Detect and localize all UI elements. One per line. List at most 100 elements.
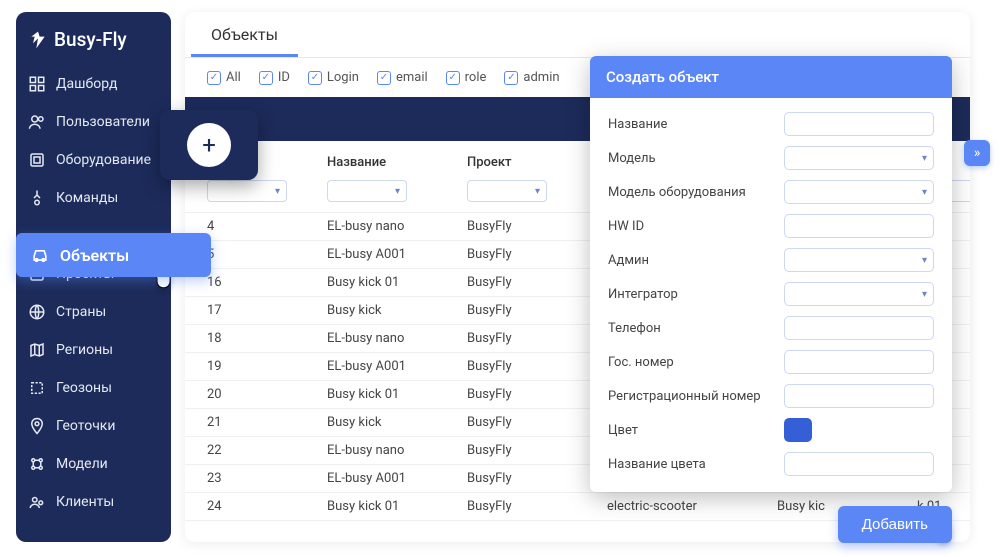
sidebar-item-objects[interactable]: Объекты <box>16 233 211 277</box>
sidebar-item-countries[interactable]: Страны <box>16 293 171 331</box>
th-name: Название <box>327 155 467 170</box>
sidebar: Busy-Fly Дашборд Пользователи Оборудован… <box>16 12 171 542</box>
cell-id: 18 <box>207 331 327 346</box>
col-check-role[interactable]: ✓role <box>446 70 487 85</box>
cell-extra: electric-scooter <box>607 499 777 514</box>
form-row: Название цвета <box>608 452 934 476</box>
add-button[interactable]: + <box>187 123 231 167</box>
cell-id: 21 <box>207 415 327 430</box>
sidebar-item-geopoints[interactable]: Геоточки <box>16 407 171 445</box>
color-swatch[interactable] <box>784 418 812 442</box>
sidebar-item-commands[interactable]: Команды <box>16 179 171 217</box>
text-field[interactable] <box>784 452 934 476</box>
sidebar-item-dashboard[interactable]: Дашборд <box>16 65 171 103</box>
sidebar-item-label: Геозоны <box>56 380 112 396</box>
brand-logo: Busy-Fly <box>16 20 171 65</box>
sidebar-item-label: Пользователи <box>56 114 150 130</box>
sidebar-item-label: Модели <box>56 456 108 472</box>
select-field[interactable] <box>784 180 934 204</box>
checkbox-icon: ✓ <box>259 71 273 85</box>
cell-project: BusyFly <box>467 303 607 318</box>
form-label: Модель <box>608 151 656 166</box>
form-row: Админ <box>608 248 934 272</box>
sidebar-item-label: Клиенты <box>56 494 114 510</box>
form-row: Модель <box>608 146 934 170</box>
text-field[interactable] <box>784 112 934 136</box>
col-check-all[interactable]: ✓All <box>207 70 241 85</box>
cell-id: 24 <box>207 499 327 514</box>
cell-name: Busy kick 01 <box>327 387 467 402</box>
form-label: Модель оборудования <box>608 185 746 200</box>
sidebar-item-geozones[interactable]: Геозоны <box>16 369 171 407</box>
modal-title: Создать объект <box>590 56 952 98</box>
cell-project: BusyFly <box>467 275 607 290</box>
checkbox-icon: ✓ <box>377 71 391 85</box>
cell-name: EL-busy A001 <box>327 471 467 486</box>
col-check-login[interactable]: ✓Login <box>308 70 359 85</box>
submit-button[interactable]: Добавить <box>838 506 952 543</box>
filter-name[interactable] <box>327 180 407 202</box>
globe-icon <box>28 303 46 321</box>
form-row: Регистрационный номер <box>608 384 934 408</box>
cell-project: BusyFly <box>467 359 607 374</box>
form-label: Цвет <box>608 423 638 438</box>
sidebar-item-regions[interactable]: Регионы <box>16 331 171 369</box>
cell-id: 4 <box>207 219 327 234</box>
sidebar-item-clients[interactable]: Клиенты <box>16 483 171 521</box>
text-field[interactable] <box>784 214 934 238</box>
cell-id: 17 <box>207 303 327 318</box>
plus-icon: + <box>202 131 216 159</box>
sidebar-item-label: Дашборд <box>56 76 117 92</box>
logo-icon <box>28 30 48 50</box>
add-fab-container: + <box>160 110 258 180</box>
sidebar-item-users[interactable]: Пользователи <box>16 103 171 141</box>
form-row: Телефон <box>608 316 934 340</box>
cell-project: BusyFly <box>467 387 607 402</box>
filter-project[interactable] <box>467 180 547 202</box>
form-row: Модель оборудования <box>608 180 934 204</box>
cell-project: BusyFly <box>467 471 607 486</box>
form-row: Интегратор <box>608 282 934 306</box>
cell-name: EL-busy nano <box>327 443 467 458</box>
select-field[interactable] <box>784 248 934 272</box>
checkbox-icon: ✓ <box>504 71 518 85</box>
th-project: Проект <box>467 155 607 170</box>
text-field[interactable] <box>784 316 934 340</box>
sidebar-item-models[interactable]: Модели <box>16 445 171 483</box>
select-field[interactable] <box>784 282 934 306</box>
select-field[interactable] <box>784 146 934 170</box>
cell-name: EL-busy A001 <box>327 247 467 262</box>
form-label: Регистрационный номер <box>608 389 761 404</box>
text-field[interactable] <box>784 350 934 374</box>
sidebar-item-label: Команды <box>56 190 118 206</box>
cell-project: BusyFly <box>467 331 607 346</box>
chevron-right-icon: » <box>974 145 981 161</box>
col-check-admin[interactable]: ✓admin <box>504 70 559 85</box>
cell-name: Busy kick <box>327 415 467 430</box>
filter-id[interactable] <box>207 180 287 202</box>
cell-project: BusyFly <box>467 499 607 514</box>
checkbox-icon: ✓ <box>308 71 322 85</box>
col-check-id[interactable]: ✓ID <box>259 70 290 85</box>
cell-name: EL-busy nano <box>327 331 467 346</box>
expand-columns-button[interactable]: » <box>964 140 990 166</box>
text-field[interactable] <box>784 384 934 408</box>
commands-icon <box>28 189 46 207</box>
form-label: Название <box>608 117 667 132</box>
car-icon <box>30 245 50 265</box>
form-row: Гос. номер <box>608 350 934 374</box>
models-icon <box>28 455 46 473</box>
form-row: Название <box>608 112 934 136</box>
page-title: Объекты <box>191 12 298 57</box>
cell-project: BusyFly <box>467 443 607 458</box>
sidebar-item-label: Геоточки <box>56 418 115 434</box>
cell-id: 19 <box>207 359 327 374</box>
cell-name: Busy kick 01 <box>327 275 467 290</box>
sidebar-item-equipment[interactable]: Оборудование <box>16 141 171 179</box>
page-header: Объекты <box>185 12 970 58</box>
form-label: Интегратор <box>608 287 678 302</box>
cell-project: BusyFly <box>467 415 607 430</box>
form-label: Гос. номер <box>608 355 674 370</box>
pin-icon <box>28 417 46 435</box>
col-check-email[interactable]: ✓email <box>377 70 428 85</box>
